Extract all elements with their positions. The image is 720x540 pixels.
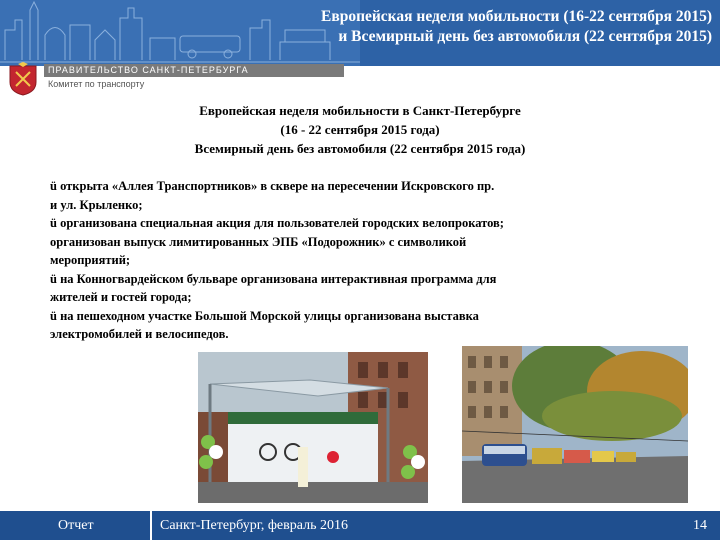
intro-line: Всемирный день без автомобиля (22 сентяб… bbox=[194, 141, 526, 156]
bullet-line: ü на Конногвардейском бульваре организов… bbox=[50, 271, 497, 286]
bullet-line: жителей и гостей города; bbox=[50, 290, 192, 304]
event-stage-photo bbox=[198, 352, 428, 503]
bullet-line: мероприятий; bbox=[50, 253, 131, 267]
footer-page-number: 14 bbox=[693, 518, 707, 533]
footer-city-date: Санкт-Петербург, февраль 2016 bbox=[160, 518, 348, 533]
header-title-line2: и Всемирный день без автомобиля (22 сент… bbox=[338, 28, 712, 45]
bullet-line: ü на пешеходном участке Большой Морской … bbox=[50, 308, 479, 323]
footer-bar: Отчет Санкт-Петербург, февраль 2016 14 bbox=[0, 511, 720, 540]
bullet-line: ü открыта «Аллея Транспортников» в сквер… bbox=[50, 179, 495, 193]
organization-subtitle: Комитет по транспорту bbox=[48, 79, 145, 89]
event-stage-illustration bbox=[198, 352, 428, 503]
footer-report-label: Отчет bbox=[58, 518, 94, 533]
intro-line: (16 - 22 сентября 2015 года) bbox=[280, 122, 440, 137]
street-illustration bbox=[462, 346, 688, 503]
bullet-line: ü организована специальная акция для пол… bbox=[50, 216, 504, 230]
organization-name: ПРАВИТЕЛЬСТВО САНКТ-ПЕТЕРБУРГА bbox=[44, 64, 344, 77]
intro-line: Европейская неделя мобильности в Санкт-П… bbox=[199, 103, 521, 118]
bullet-line: организован выпуск лимитированных ЭПБ «П… bbox=[50, 234, 467, 249]
intro-heading: Европейская неделя мобильности в Санкт-П… bbox=[120, 101, 600, 158]
trolleybus-street-photo bbox=[462, 346, 688, 503]
footer-divider bbox=[150, 511, 152, 540]
coat-of-arms-icon bbox=[9, 62, 37, 96]
bullet-line: электромобилей и велосипедов. bbox=[50, 327, 229, 341]
header-title: Европейская неделя мобильности (16-22 се… bbox=[252, 7, 712, 47]
header-banner: Европейская неделя мобильности (16-22 се… bbox=[0, 0, 720, 66]
header-title-line1: Европейская неделя мобильности (16-22 се… bbox=[320, 8, 712, 25]
bullet-line: и ул. Крыленко; bbox=[50, 197, 143, 212]
bullet-list: ü открыта «Аллея Транспортников» в сквер… bbox=[50, 177, 650, 344]
